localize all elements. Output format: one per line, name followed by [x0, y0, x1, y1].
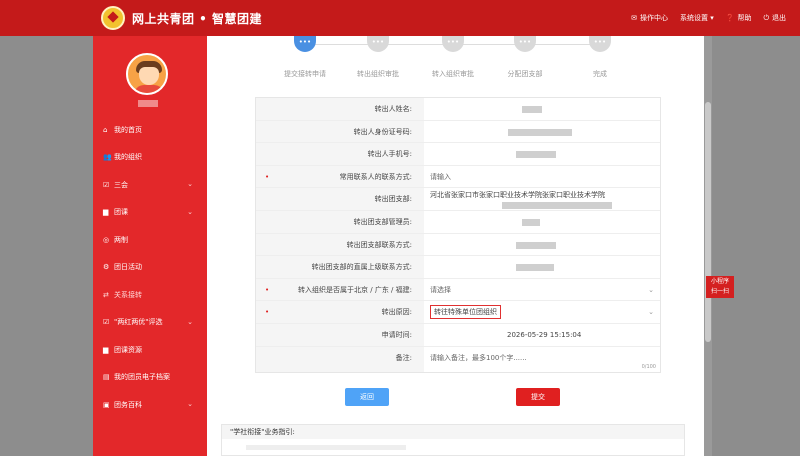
top-bar: 网上共青团 • 智慧团建 ✉ 操作中心 系统设置 ▾ ❓ 帮助 ⏻ 退出: [0, 0, 800, 36]
checkbox-icon: ☑: [103, 180, 110, 189]
scroll-thumb[interactable]: [705, 102, 711, 342]
sidebar-item-transfer[interactable]: ⇄ 关系接转: [93, 281, 207, 309]
transfer-phone-value: [424, 143, 660, 165]
step-3-dot: •••: [442, 36, 464, 52]
step-1-dot: •••: [294, 36, 316, 52]
sidebar-item-three-meetings[interactable]: ☑ 三会 ⌄: [93, 171, 207, 199]
branch-value: 河北省张家口市张家口职业技术学院张家口职业技术学院: [424, 188, 660, 210]
form-row-superior: 转出团支部的直属上级联系方式:: [256, 256, 660, 279]
sidebar-item-awards[interactable]: ☑ "两红两优"评选 ⌄: [93, 309, 207, 337]
branch-admin-value: [424, 211, 660, 233]
form-row-remark: 备注: 请输入备注，最多100个字...... 0/100: [256, 346, 660, 372]
form-row-time: 申请时间: 2026-05-29 15:15:04: [256, 323, 660, 347]
step-2-dot: •••: [367, 36, 389, 52]
nav-operation-center[interactable]: ✉ 操作中心: [631, 13, 668, 23]
sidebar-item-league-day[interactable]: ⚙ 团日活动: [93, 254, 207, 282]
sidebar-item-league-class[interactable]: ▆ 团课 ⌄: [93, 199, 207, 227]
step-2-label: 转出组织审批: [357, 70, 399, 78]
step-5-label: 完成: [593, 70, 607, 78]
step-1-label: 提交接转申请: [284, 70, 326, 78]
apply-time-value: 2026-05-29 15:15:04: [507, 330, 582, 339]
contact-input[interactable]: 请输入: [424, 166, 660, 188]
users-icon: 👥: [103, 153, 112, 162]
guide-title: "学社衔接"业务指引:: [222, 425, 684, 439]
step-4-dot: •••: [514, 36, 536, 52]
sidebar-item-class-resources[interactable]: ▆ 团课资源: [93, 336, 207, 364]
sidebar-menu: ⌂ 我的首页 👥 我的组织 ☑ 三会 ⌄ ▆ 团课 ⌄ ◎ 两制 ⚙ 团日活动 ⇄ 关系接转 ☑ "…: [93, 116, 207, 419]
envelope-icon: ✉: [631, 13, 637, 22]
file-icon: ▤: [103, 373, 110, 382]
superior-contact-value: [424, 256, 660, 278]
region-select[interactable]: 请选择 ⌄: [424, 279, 660, 301]
sidebar: ⌂ 我的首页 👥 我的组织 ☑ 三会 ⌄ ▆ 团课 ⌄ ◎ 两制 ⚙ 团日活动 ⇄ 关系接转 ☑ "…: [93, 36, 207, 456]
form-row-region: • 转入组织是否属于北京 / 广东 / 福建: 请选择 ⌄: [256, 278, 660, 302]
reason-select[interactable]: 转往特殊单位团组织 ⌄: [424, 301, 660, 323]
transfer-name-value: [424, 98, 660, 120]
form-row-admin: 转出团支部管理员:: [256, 210, 660, 234]
guide-panel: "学社衔接"业务指引:: [221, 424, 685, 456]
folder-icon: ▆: [103, 345, 109, 354]
form-row-name: 转出人姓名:: [256, 98, 660, 121]
chevron-down-icon: ⌄: [648, 308, 654, 317]
sidebar-item-e-archive[interactable]: ▤ 我的团员电子档案: [93, 364, 207, 392]
gear-icon: ⚙: [103, 263, 110, 272]
transfer-form: 转出人姓名: 转出人身份证号码: 转出人手机号: • 常用联系人的联系方式: 请输…: [255, 97, 661, 373]
step-5-dot: •••: [589, 36, 611, 52]
form-row-branch-contact: 转出团支部联系方式:: [256, 233, 660, 257]
help-icon: ❓: [725, 13, 735, 22]
top-nav: ✉ 操作中心 系统设置 ▾ ❓ 帮助 ⏻ 退出: [631, 13, 786, 23]
ring-icon: ◎: [103, 235, 110, 244]
chevron-down-icon: ⌄: [187, 180, 193, 188]
sidebar-item-my-org[interactable]: 👥 我的组织: [93, 144, 207, 172]
transfer-icon: ⇄: [103, 290, 109, 299]
chevron-down-icon: ⌄: [187, 317, 193, 326]
form-row-reason: • 转出原因: 转往特殊单位团组织 ⌄: [256, 301, 660, 324]
folder-icon: ▆: [103, 208, 109, 217]
submit-button[interactable]: 提交: [516, 388, 560, 406]
progress-steps: ••• ••• ••• ••• ••• 提交接转申请 转出组织审批 转入组织审批…: [207, 36, 704, 96]
branch-contact-value: [424, 234, 660, 256]
chevron-down-icon: ⌄: [648, 285, 654, 294]
remark-counter: 0/100: [641, 363, 656, 370]
remark-textarea[interactable]: 请输入备注，最多100个字...... 0/100: [424, 347, 660, 372]
sidebar-item-home[interactable]: ⌂ 我的首页: [93, 116, 207, 144]
chevron-down-icon: ⌄: [187, 400, 193, 408]
username-redacted: [138, 100, 158, 107]
form-row-contact: • 常用联系人的联系方式: 请输入: [256, 165, 660, 189]
checkbox-icon: ☑: [103, 318, 110, 327]
step-3-label: 转入组织审批: [432, 70, 474, 78]
back-button[interactable]: 返回: [345, 388, 389, 406]
form-row-branch: 转出团支部: 河北省张家口市张家口职业技术学院张家口职业技术学院: [256, 188, 660, 211]
avatar[interactable]: [126, 53, 168, 95]
power-icon: ⏻: [763, 13, 769, 22]
home-icon: ⌂: [103, 125, 108, 134]
sidebar-item-two-systems[interactable]: ◎ 两制: [93, 226, 207, 254]
reason-selected-value: 转往特殊单位团组织: [430, 305, 501, 320]
sidebar-item-encyclopedia[interactable]: ▣ 团务百科 ⌄: [93, 391, 207, 419]
nav-help[interactable]: ❓ 帮助: [726, 13, 752, 23]
nav-logout[interactable]: ⏻ 退出: [763, 13, 786, 23]
mini-program-badge[interactable]: 小程序 扫一扫: [706, 276, 734, 298]
nav-system-settings[interactable]: 系统设置 ▾: [680, 13, 714, 23]
form-row-phone: 转出人手机号:: [256, 143, 660, 166]
transfer-id-value: [424, 121, 660, 143]
book-icon: ▣: [103, 400, 110, 409]
form-row-id: 转出人身份证号码:: [256, 120, 660, 144]
main-content: ••• ••• ••• ••• ••• 提交接转申请 转出组织审批 转入组织审批…: [207, 36, 704, 456]
chevron-down-icon: ⌄: [187, 207, 193, 216]
scrollbar[interactable]: [704, 36, 712, 456]
app-title: 网上共青团 • 智慧团建: [132, 12, 263, 26]
league-logo-icon: [101, 6, 125, 30]
step-4-label: 分配团支部: [507, 70, 543, 78]
